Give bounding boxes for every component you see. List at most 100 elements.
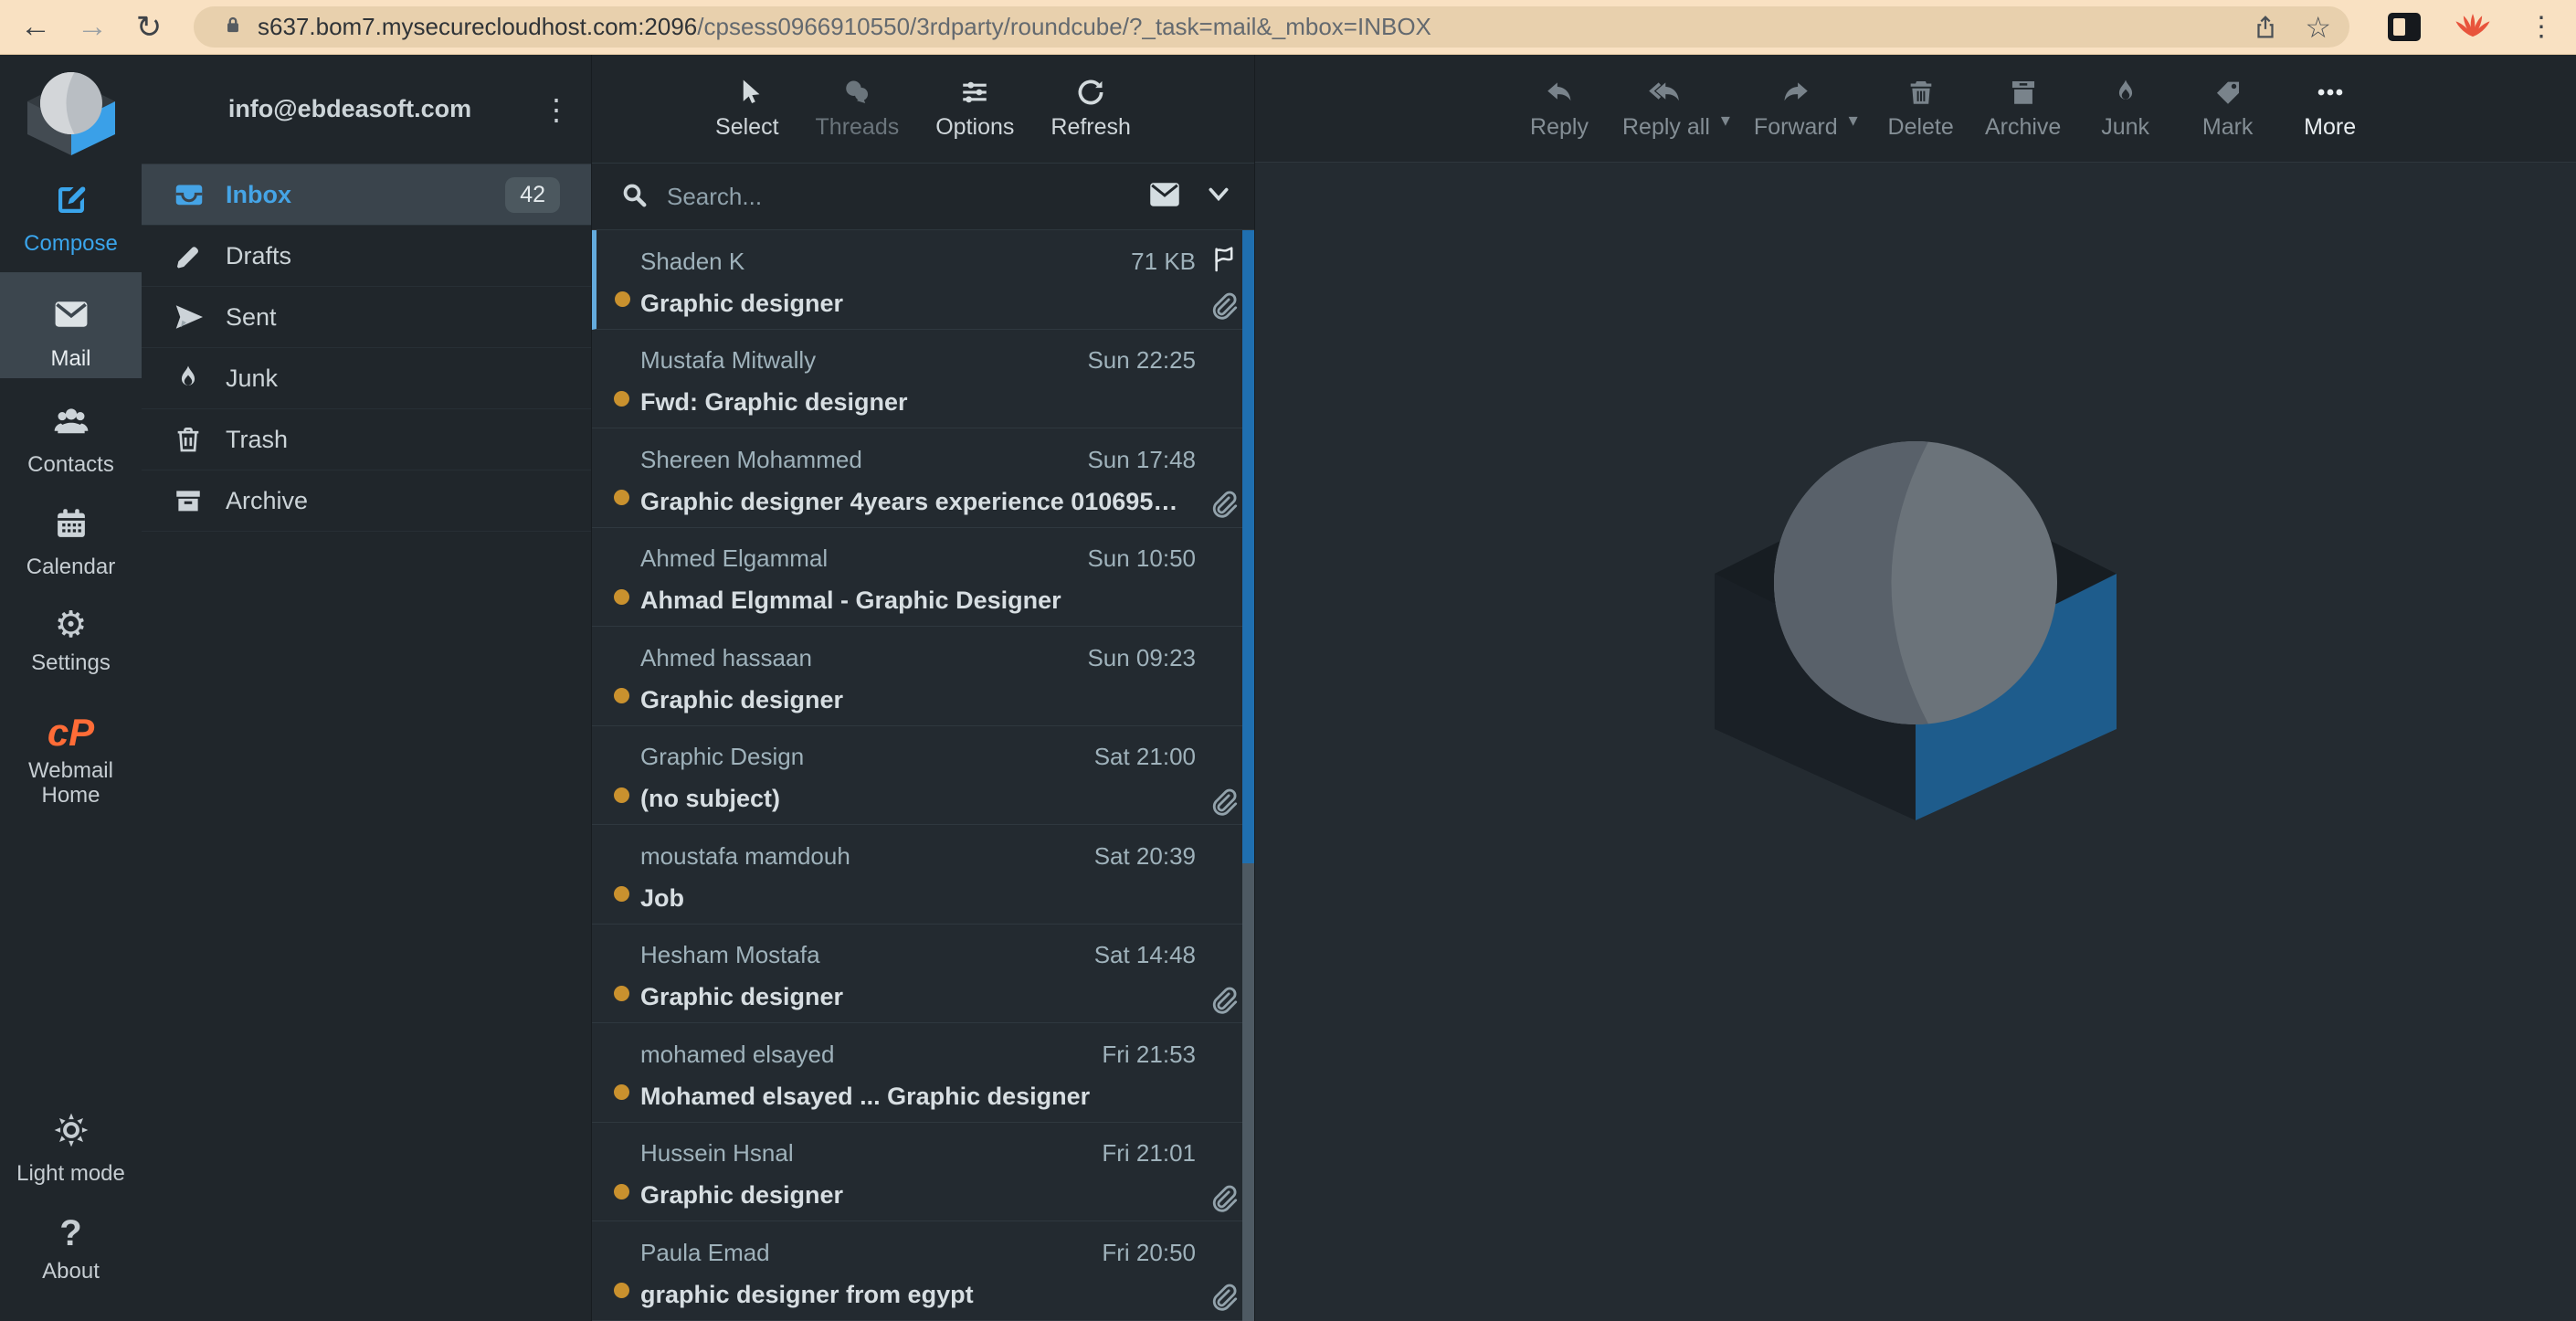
unread-dot — [614, 986, 629, 1001]
reply-all-caret-icon[interactable]: ▾ — [1721, 109, 1730, 132]
select-button[interactable]: Select — [715, 77, 778, 141]
browser-menu-icon[interactable]: ⋮ — [2523, 11, 2560, 43]
back-icon[interactable]: ← — [7, 9, 64, 45]
options-button[interactable]: Options — [935, 77, 1014, 141]
sidebar-item-label: About — [0, 1259, 142, 1284]
message-sender: mohamed elsayed — [640, 1041, 1091, 1069]
list-scrollbar[interactable] — [1242, 230, 1254, 1321]
sidebar-item-webmail-home[interactable]: cP Webmail Home — [0, 714, 142, 808]
flag-icon[interactable] — [1209, 245, 1238, 274]
message-row[interactable]: Hesham Mostafa Sat 14:48 Graphic designe… — [592, 925, 1254, 1024]
unread-dot — [614, 490, 629, 505]
message-date: Sat 20:39 — [1094, 842, 1196, 871]
reply-all-button[interactable]: Reply all — [1622, 77, 1710, 141]
share-icon[interactable] — [2252, 14, 2279, 41]
attachment-icon — [1209, 787, 1238, 816]
unread-dot — [614, 391, 629, 407]
message-sender: Hesham Mostafa — [640, 941, 1083, 969]
message-row[interactable]: Hussein Hsnal Fri 21:01 Graphic designer — [592, 1123, 1254, 1222]
message-subject: Mohamed elsayed ... Graphic designer — [640, 1083, 1196, 1111]
message-row[interactable]: Ahmed Elgammal Sun 10:50 Ahmad Elgmmal -… — [592, 528, 1254, 628]
message-row[interactable]: Graphic Design Sat 21:00 (no subject) — [592, 726, 1254, 826]
folder-trash[interactable]: Trash — [142, 409, 591, 470]
junk-button[interactable]: Junk — [2086, 77, 2165, 141]
folder-drafts[interactable]: Drafts — [142, 226, 591, 287]
mail-view: Reply Reply all ▾ Forward ▾ Delete Archi… — [1254, 55, 2576, 1321]
forward-button[interactable]: Forward — [1754, 77, 1838, 141]
message-sender: moustafa mamdouh — [640, 842, 1083, 871]
message-row[interactable]: mohamed elsayed Fri 21:53 Mohamed elsaye… — [592, 1023, 1254, 1123]
folder-label: Junk — [226, 365, 278, 393]
reply-button[interactable]: Reply — [1520, 77, 1599, 141]
search-scope-mail-icon[interactable] — [1148, 181, 1181, 213]
reload-icon[interactable]: ↻ — [121, 9, 177, 46]
message-row[interactable]: Shereen Mohammed Sun 17:48 Graphic desig… — [592, 428, 1254, 528]
threads-label: Threads — [816, 114, 900, 141]
more-button[interactable]: More — [2291, 77, 2370, 141]
sidebar-item-about[interactable]: ? About — [0, 1215, 142, 1284]
message-subject: graphic designer from egypt — [640, 1281, 1196, 1309]
tag-icon — [2212, 77, 2243, 108]
folder-sent[interactable]: Sent — [142, 287, 591, 348]
unread-dot — [615, 291, 630, 307]
search-icon — [619, 180, 649, 214]
archive-button[interactable]: Archive — [1984, 77, 2063, 141]
search-input[interactable] — [667, 183, 1148, 211]
url-path: /cpsess0966910550/3rdparty/roundcube/?_t… — [697, 13, 1431, 40]
sidebar-item-contacts[interactable]: Contacts — [0, 400, 142, 477]
cursor-icon — [732, 77, 763, 108]
reply-all-icon — [1649, 77, 1684, 108]
unread-dot — [614, 787, 629, 803]
message-row[interactable]: moustafa mamdouh Sat 20:39 Job — [592, 825, 1254, 925]
message-date: Sat 21:00 — [1094, 743, 1196, 771]
account-header: info@ebdeasoft.com ⋮ — [142, 55, 591, 164]
message-list-panel: Select Threads Options Refresh — [592, 55, 1254, 1321]
extension-icon[interactable] — [2455, 7, 2490, 47]
message-sender: Paula Emad — [640, 1239, 1091, 1267]
unread-dot — [614, 1084, 629, 1100]
unread-dot — [614, 886, 629, 902]
unread-count-badge: 42 — [505, 177, 560, 213]
threads-button[interactable]: Threads — [816, 77, 900, 141]
message-row[interactable]: Mustafa Mitwally Sun 22:25 Fwd: Graphic … — [592, 330, 1254, 429]
sidebar-item-light-mode[interactable]: Light mode — [0, 1111, 142, 1186]
message-row[interactable]: Shaden K 71 KB Graphic designer — [592, 230, 1254, 330]
folder-menu-icon[interactable]: ⋮ — [522, 92, 591, 127]
bookmark-star-icon[interactable]: ☆ — [2305, 10, 2331, 45]
sidebar-item-settings[interactable]: ⚙ Settings — [0, 607, 142, 675]
mark-label: Mark — [2202, 114, 2254, 141]
attachment-icon — [1209, 1282, 1238, 1311]
folder-label: Archive — [226, 487, 308, 515]
sidebar-item-label: Calendar — [0, 555, 142, 579]
archive-icon — [2008, 77, 2039, 108]
sidebar-item-mail[interactable]: Mail — [0, 272, 142, 378]
side-panel-icon[interactable] — [2388, 13, 2421, 41]
folder-archive[interactable]: Archive — [142, 470, 591, 532]
address-bar[interactable]: s637.bom7.mysecurecloudhost.com:2096/cps… — [194, 6, 2349, 48]
forward-caret-icon[interactable]: ▾ — [1849, 109, 1858, 132]
message-sender: Ahmed hassaan — [640, 644, 1076, 672]
mark-button[interactable]: Mark — [2189, 77, 2267, 141]
select-label: Select — [715, 114, 778, 141]
folder-inbox[interactable]: Inbox 42 — [142, 164, 591, 226]
delete-button[interactable]: Delete — [1882, 77, 1960, 141]
archive-icon — [173, 485, 226, 516]
url-host: s637.bom7.mysecurecloudhost.com:2096 — [258, 13, 697, 40]
sun-icon — [52, 1137, 90, 1153]
sidebar-item-calendar[interactable]: Calendar — [0, 504, 142, 579]
attachment-icon — [1209, 489, 1238, 518]
refresh-button[interactable]: Refresh — [1050, 77, 1131, 141]
sidebar-item-compose[interactable]: Compose — [0, 181, 142, 256]
message-row[interactable]: Ahmed hassaan Sun 09:23 Graphic designer — [592, 627, 1254, 726]
url-text: s637.bom7.mysecurecloudhost.com:2096/cps… — [258, 13, 2228, 41]
forward-label: Forward — [1754, 114, 1838, 141]
scrollbar-thumb[interactable] — [1242, 230, 1254, 863]
message-subject: Ahmad Elgmmal - Graphic Designer — [640, 587, 1196, 615]
message-row[interactable]: Paula Emad Fri 20:50 graphic designer fr… — [592, 1221, 1254, 1321]
folder-junk[interactable]: Junk — [142, 348, 591, 409]
app-sidebar: Compose Mail Contacts Calendar ⚙ Setting… — [0, 55, 142, 1321]
delete-icon — [1906, 77, 1937, 108]
search-options-chevron-icon[interactable] — [1207, 185, 1230, 209]
forward-icon[interactable]: → — [64, 9, 121, 45]
unread-dot — [614, 1283, 629, 1298]
